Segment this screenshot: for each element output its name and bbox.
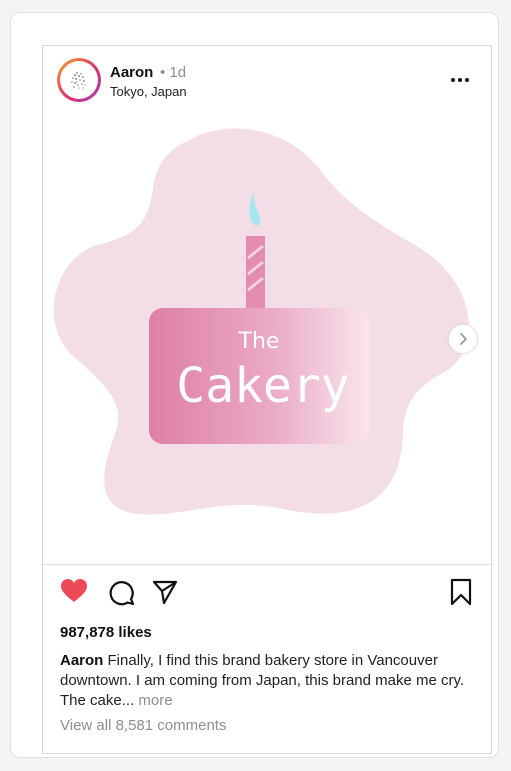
post-image[interactable]: The Cakery — [43, 116, 491, 565]
more-horizontal-icon — [451, 78, 469, 82]
post-caption: Aaron Finally, I find this brand bakery … — [60, 651, 465, 711]
avatar-sketch-icon — [71, 72, 86, 89]
heart-icon — [61, 579, 87, 602]
next-image-button[interactable] — [448, 324, 478, 354]
bookmark-icon — [450, 578, 472, 606]
avatar[interactable] — [57, 58, 101, 102]
post-actions — [43, 565, 491, 620]
avatar-image — [60, 61, 98, 99]
post-username[interactable]: Aaron — [110, 64, 153, 81]
like-button[interactable] — [60, 578, 88, 609]
logo-text-cakery: Cakery — [176, 358, 349, 414]
chevron-right-icon — [460, 333, 467, 345]
cakery-logo-image: The Cakery — [53, 128, 470, 515]
comment-button[interactable] — [107, 578, 135, 611]
post-card: Aaron • 1d Tokyo, Japan The Cakery 987,8… — [42, 45, 492, 754]
share-button[interactable] — [151, 578, 179, 611]
view-comments-link[interactable]: View all 8,581 comments — [60, 717, 226, 734]
post-header: Aaron • 1d Tokyo, Japan — [43, 46, 491, 117]
post-time: • 1d — [160, 64, 187, 81]
caption-username[interactable]: Aaron — [60, 652, 103, 669]
post-location[interactable]: Tokyo, Japan — [110, 84, 187, 99]
comment-icon — [109, 581, 135, 606]
post-frame: Aaron • 1d Tokyo, Japan The Cakery 987,8… — [10, 12, 499, 758]
more-options-button[interactable] — [445, 68, 473, 92]
save-button[interactable] — [449, 578, 473, 611]
caption-more-link[interactable]: more — [134, 692, 172, 709]
send-icon — [152, 580, 178, 605]
logo-text-the: The — [238, 329, 280, 354]
likes-count[interactable]: 987,878 likes — [60, 624, 152, 641]
caption-text: Finally, I find this brand bakery store … — [60, 652, 465, 709]
